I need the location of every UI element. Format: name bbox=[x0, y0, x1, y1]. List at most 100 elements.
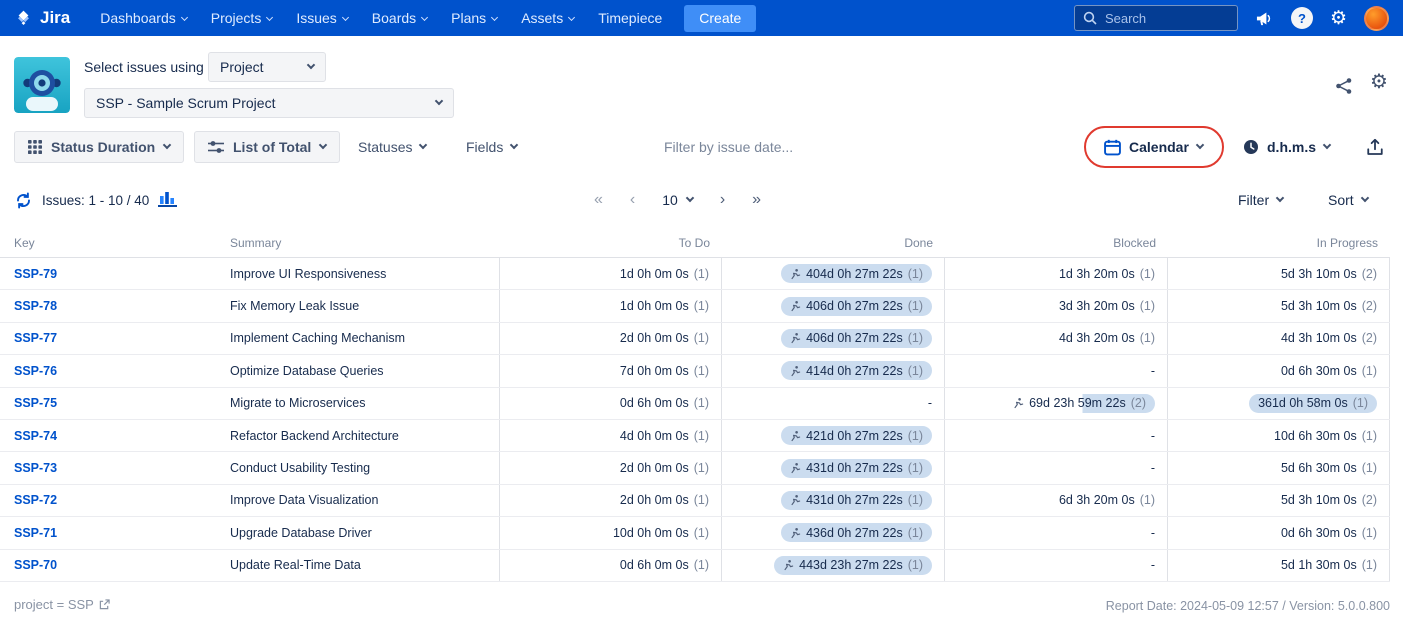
issue-key-link[interactable]: SSP-77 bbox=[14, 331, 57, 345]
nav-item-issues[interactable]: Issues bbox=[296, 10, 349, 26]
nav-item-plans[interactable]: Plans bbox=[451, 10, 499, 26]
grid-icon bbox=[28, 140, 42, 154]
jql-filter-text: project = SSP bbox=[14, 597, 94, 612]
issue-count: (1) bbox=[693, 558, 709, 573]
announcements-icon[interactable] bbox=[1255, 10, 1274, 27]
runner-icon bbox=[791, 463, 801, 474]
project-app-avatar[interactable] bbox=[14, 57, 70, 113]
nav-item-dashboards[interactable]: Dashboards bbox=[100, 10, 188, 26]
issue-summary: Optimize Database Queries bbox=[230, 363, 384, 378]
jira-home-link[interactable]: Jira bbox=[14, 8, 70, 28]
todo-cell: 7d 0h 0m 0s (1) bbox=[500, 355, 722, 387]
filter-dropdown[interactable]: Filter bbox=[1238, 185, 1285, 215]
nav-item-timepiece[interactable]: Timepiece bbox=[598, 10, 662, 26]
project-select[interactable]: SSP - Sample Scrum Project bbox=[84, 88, 454, 118]
duration-text: 361d 0h 58m 0s bbox=[1258, 396, 1348, 411]
issue-key-link[interactable]: SSP-79 bbox=[14, 267, 57, 281]
page-size-select[interactable]: 10 bbox=[662, 192, 695, 208]
table-row: SSP-73 Conduct Usability Testing 2d 0h 0… bbox=[0, 452, 1390, 485]
table-header-row: Key Summary To Do Done Blocked In Progre… bbox=[0, 228, 1390, 258]
issue-count: (1) bbox=[907, 331, 923, 346]
issue-count: (1) bbox=[1361, 558, 1377, 573]
issue-source-mode-select[interactable]: Project bbox=[208, 52, 326, 82]
blocked-cell: 3d 3h 20m 0s (1) bbox=[945, 290, 1168, 322]
column-header-inprogress[interactable]: In Progress bbox=[1168, 228, 1390, 257]
settings-icon[interactable]: ⚙ bbox=[1330, 9, 1347, 28]
todo-cell: 0d 6h 0m 0s (1) bbox=[500, 549, 722, 581]
issue-key-link[interactable]: SSP-75 bbox=[14, 396, 57, 410]
duration-text: 0d 6h 0m 0s bbox=[619, 396, 689, 411]
chevron-down-icon bbox=[1195, 140, 1205, 150]
duration-value: 0d 6h 30m 0s (1) bbox=[1281, 364, 1377, 378]
issue-key-link[interactable]: SSP-78 bbox=[14, 299, 57, 313]
key-cell: SSP-71 bbox=[0, 517, 218, 548]
empty-duration: - bbox=[1150, 558, 1155, 573]
nav-item-projects[interactable]: Projects bbox=[211, 10, 274, 26]
column-header-todo[interactable]: To Do bbox=[500, 228, 722, 257]
duration-badge: 421d 0h 27m 22s (1) bbox=[781, 426, 932, 446]
column-header-summary[interactable]: Summary bbox=[218, 228, 500, 257]
nav-item-boards[interactable]: Boards bbox=[372, 10, 429, 26]
runner-icon bbox=[791, 365, 801, 376]
share-icon[interactable] bbox=[1334, 76, 1354, 101]
aggregation-dropdown[interactable]: List of Total bbox=[194, 131, 341, 163]
runner-icon bbox=[791, 495, 801, 506]
issue-key-link[interactable]: SSP-76 bbox=[14, 364, 57, 378]
report-settings-gear-icon[interactable]: ⚙ bbox=[1370, 72, 1388, 92]
refresh-icon[interactable] bbox=[14, 191, 33, 215]
next-page-button[interactable]: › bbox=[720, 192, 725, 208]
user-avatar[interactable] bbox=[1364, 5, 1389, 31]
nav-item-label: Timepiece bbox=[598, 10, 663, 26]
navbar-search[interactable] bbox=[1073, 5, 1238, 31]
key-cell: SSP-73 bbox=[0, 452, 218, 483]
statuses-dropdown[interactable]: Statuses bbox=[358, 131, 428, 163]
prev-page-button[interactable]: ‹ bbox=[630, 192, 635, 208]
fields-dropdown[interactable]: Fields bbox=[466, 131, 519, 163]
jql-filter-link[interactable]: project = SSP bbox=[14, 597, 110, 612]
todo-cell: 4d 0h 0m 0s (1) bbox=[500, 419, 722, 452]
issue-summary: Upgrade Database Driver bbox=[230, 525, 372, 540]
sort-dropdown[interactable]: Sort bbox=[1328, 185, 1369, 215]
issue-key-link[interactable]: SSP-71 bbox=[14, 526, 57, 540]
issue-key-link[interactable]: SSP-72 bbox=[14, 493, 57, 507]
duration-badge: 414d 0h 27m 22s (1) bbox=[781, 361, 932, 381]
page-size-value: 10 bbox=[662, 192, 678, 208]
issue-count: (1) bbox=[907, 525, 923, 540]
inprogress-cell: 5d 3h 10m 0s (2) bbox=[1168, 290, 1390, 322]
chevron-down-icon bbox=[421, 13, 429, 21]
calendar-label: Calendar bbox=[1129, 139, 1189, 155]
issue-key-link[interactable]: SSP-73 bbox=[14, 461, 57, 475]
time-format-dropdown[interactable]: d.h.m.s bbox=[1243, 131, 1332, 163]
chart-view-toggle-icon[interactable] bbox=[158, 189, 179, 212]
issue-key-link[interactable]: SSP-74 bbox=[14, 429, 57, 443]
report-type-dropdown[interactable]: Status Duration bbox=[14, 131, 185, 163]
export-icon[interactable] bbox=[1366, 138, 1384, 161]
issue-count: (2) bbox=[1361, 299, 1377, 314]
chevron-down-icon bbox=[568, 13, 576, 21]
duration-text: 0d 6h 30m 0s bbox=[1280, 525, 1357, 540]
issue-count: (1) bbox=[907, 461, 923, 476]
column-header-blocked[interactable]: Blocked bbox=[945, 228, 1168, 257]
aggregation-label: List of Total bbox=[233, 139, 312, 155]
search-input[interactable] bbox=[1102, 9, 1229, 27]
issue-count: (1) bbox=[693, 363, 709, 378]
blocked-cell: - bbox=[945, 517, 1168, 549]
issue-count: (1) bbox=[1139, 331, 1155, 346]
duration-value: 2d 0h 0m 0s (1) bbox=[620, 331, 709, 345]
last-page-button[interactable]: » bbox=[752, 192, 761, 208]
column-header-done[interactable]: Done bbox=[722, 228, 945, 257]
issue-source-mode-value: Project bbox=[220, 59, 264, 75]
issue-key-link[interactable]: SSP-70 bbox=[14, 558, 57, 572]
first-page-button[interactable]: « bbox=[594, 192, 603, 208]
column-header-key[interactable]: Key bbox=[0, 228, 218, 257]
key-cell: SSP-70 bbox=[0, 550, 218, 581]
done-cell: 406d 0h 27m 22s (1) bbox=[722, 290, 945, 322]
issue-count: (1) bbox=[907, 299, 923, 314]
help-icon[interactable]: ? bbox=[1290, 7, 1313, 29]
issue-date-filter-input[interactable]: Filter by issue date... bbox=[664, 131, 793, 163]
create-button[interactable]: Create bbox=[684, 4, 757, 32]
summary-cell: Update Real-Time Data bbox=[218, 549, 500, 581]
duration-value: 1d 0h 0m 0s (1) bbox=[620, 299, 709, 313]
calendar-dropdown[interactable]: Calendar bbox=[1104, 131, 1205, 163]
nav-item-assets[interactable]: Assets bbox=[521, 10, 576, 26]
